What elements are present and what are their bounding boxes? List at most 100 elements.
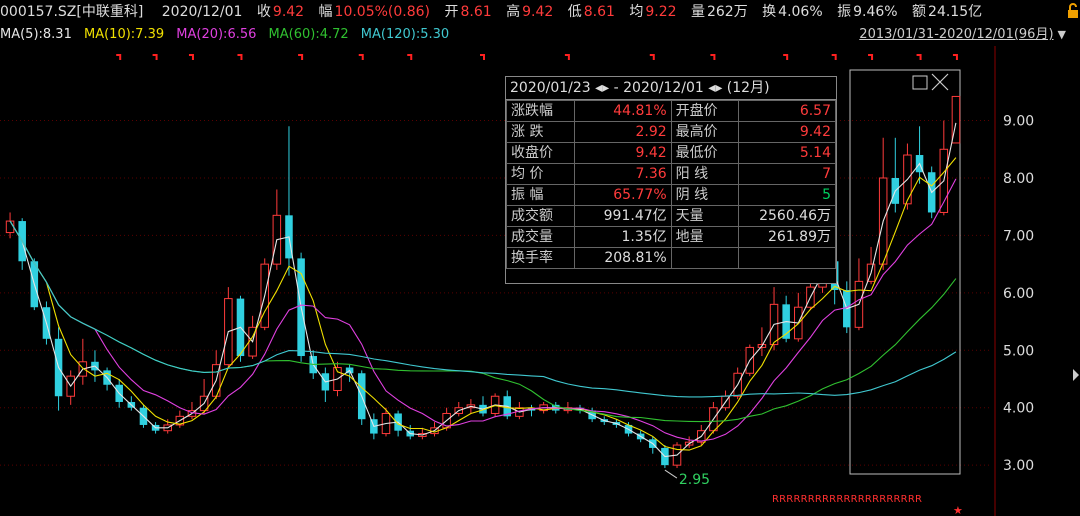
stats-value: 208.81%	[573, 247, 672, 269]
stats-key: 换手率	[506, 247, 575, 269]
panel-title: 2020/01/23 ◂▸ - 2020/12/01 ◂▸ (12月)	[506, 77, 836, 100]
lock-icon[interactable]	[1066, 3, 1080, 19]
ma5-label: MA(5):8.31	[0, 27, 72, 42]
ma20-label: MA(20):6.56	[176, 27, 257, 42]
change-value: 10.05%(0.86)	[334, 4, 431, 20]
stats-value: 2560.46万	[738, 205, 836, 227]
stats-key: 收盘价	[506, 142, 575, 164]
date-range-text[interactable]: 2013/01/31-2020/12/01(96月)	[859, 27, 1053, 42]
stats-value: 6.57	[738, 100, 836, 122]
signal-marker	[152, 54, 158, 60]
stats-row: 换手率 208.81%	[506, 247, 836, 269]
stats-row: 收盘价 9.42 最低价 5.14	[506, 142, 836, 164]
signal-marker	[188, 54, 194, 60]
close-label: 收	[256, 4, 271, 20]
y-tick-label: 6.00	[1003, 286, 1034, 302]
scroll-right-icon[interactable]	[1072, 368, 1080, 382]
date-range-selector[interactable]: 2013/01/31-2020/12/01(96月) ▼	[859, 24, 1066, 46]
stats-value: 9.42	[573, 142, 672, 164]
y-tick-label: 4.00	[1003, 401, 1034, 417]
signal-marker	[952, 54, 958, 60]
stats-key: 地量	[670, 226, 740, 248]
dropdown-triangle-icon[interactable]: ▼	[1058, 24, 1066, 46]
close-value: 9.42	[272, 4, 305, 20]
ma60-label: MA(60):4.72	[268, 27, 349, 42]
avg-label: 均	[629, 4, 644, 20]
close-x-icon[interactable]	[931, 73, 949, 91]
ma120-label: MA(120):5.30	[360, 27, 450, 42]
high-value: 9.42	[522, 4, 554, 20]
signal-marker	[710, 54, 716, 60]
stats-table: 涨跌幅 44.81% 开盘价 6.57 涨 跌 2.92 最高价 9.42 收盘价 9.42 最低价…	[506, 100, 836, 269]
stats-key: 最低价	[670, 142, 740, 164]
min-pointer	[664, 469, 678, 479]
change-label: 幅	[318, 4, 333, 20]
stats-row: 成交量 1.35亿 地量 261.89万	[506, 226, 836, 248]
high-label: 高	[506, 4, 521, 20]
signal-marker	[407, 54, 413, 60]
stats-value: 261.89万	[738, 226, 836, 248]
quote-date: 2020/12/01	[161, 4, 243, 20]
stats-key: 涨跌幅	[506, 100, 575, 122]
volume-label: 量	[690, 4, 705, 20]
bottom-signal-marks: RRRRRRRRRRRRRRRRRRRRR	[772, 494, 922, 505]
open-value: 8.61	[460, 4, 492, 20]
stats-key: 天量	[670, 205, 740, 227]
signal-marker	[831, 54, 837, 60]
open-label: 开	[444, 4, 459, 20]
turnover-value: 4.06%	[778, 4, 823, 20]
stats-key: 振 幅	[506, 184, 575, 206]
stats-key: 最高价	[670, 121, 740, 143]
turnover-label: 换	[762, 4, 777, 20]
stats-key: 阳 线	[670, 163, 740, 185]
min-price-label: 2.95	[679, 472, 710, 488]
stats-key: 开盘价	[670, 100, 740, 122]
y-tick-label: 3.00	[1003, 458, 1034, 474]
stats-key: 阴 线	[670, 184, 740, 206]
ma10-label: MA(10):7.39	[84, 27, 165, 42]
amount-value: 24.15亿	[928, 4, 983, 20]
stats-key: 涨 跌	[506, 121, 575, 143]
stats-row: 涨跌幅 44.81% 开盘价 6.57	[506, 100, 836, 122]
amplitude-value: 9.46%	[853, 4, 898, 20]
signal-marker	[116, 54, 122, 60]
stats-value: 1.35亿	[573, 226, 672, 248]
y-tick-label: 8.00	[1003, 171, 1034, 187]
stats-value: 9.42	[738, 121, 836, 143]
stats-value: 65.77%	[573, 184, 672, 206]
signal-marker	[564, 54, 570, 60]
y-tick-label: 9.00	[1003, 114, 1034, 130]
stats-value: 5	[738, 184, 836, 206]
y-tick-label: 5.00	[1003, 343, 1034, 359]
stats-value: 5.14	[738, 142, 836, 164]
signal-marker	[868, 54, 874, 60]
stats-row: 成交额 991.47亿 天量 2560.46万	[506, 205, 836, 227]
stats-value: 7.36	[573, 163, 672, 185]
signal-marker	[237, 54, 243, 60]
window-icon[interactable]	[912, 75, 928, 90]
stats-value: 44.81%	[573, 100, 672, 122]
stock-code[interactable]: 000157.SZ[中联重科]	[0, 0, 143, 24]
volume-value: 262万	[706, 4, 748, 20]
star-icon: ★	[953, 504, 963, 516]
amplitude-label: 振	[837, 4, 852, 20]
stats-key: 成交额	[506, 205, 575, 227]
stats-value	[738, 247, 836, 269]
interval-stats-panel: 2020/01/23 ◂▸ - 2020/12/01 ◂▸ (12月) 涨跌幅 4…	[505, 76, 837, 284]
y-tick-label: 7.00	[1003, 228, 1034, 244]
stats-row: 均 价 7.36 阳 线7	[506, 163, 836, 185]
quote-header: 000157.SZ[中联重科] 2020/12/01 收 9.42 幅 10.05%…	[0, 0, 1080, 24]
stats-value: 2.92	[573, 121, 672, 143]
stats-key: 均 价	[506, 163, 575, 185]
signal-marker	[358, 54, 364, 60]
signal-marker	[916, 54, 922, 60]
amount-label: 额	[912, 4, 927, 20]
stats-value: 991.47亿	[573, 205, 672, 227]
candle-body	[5, 220, 15, 234]
low-label: 低	[567, 4, 582, 20]
stats-key	[670, 247, 740, 269]
signal-marker	[649, 54, 655, 60]
low-value: 8.61	[583, 4, 615, 20]
stats-row: 涨 跌 2.92 最高价 9.42	[506, 121, 836, 143]
stats-row: 振 幅 65.77% 阴 线5	[506, 184, 836, 206]
